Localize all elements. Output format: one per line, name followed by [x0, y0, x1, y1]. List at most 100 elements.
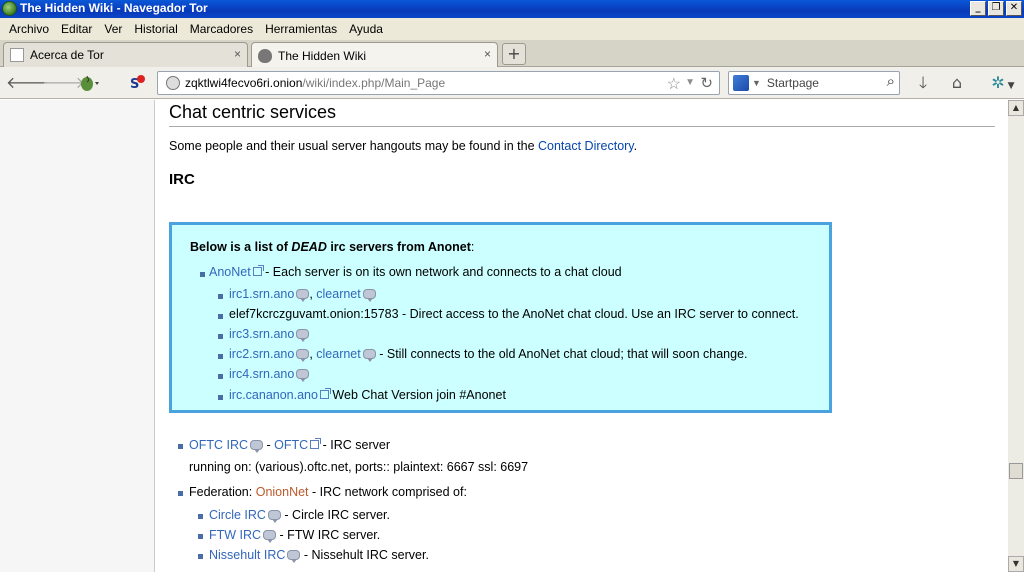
- menu-editar[interactable]: Editar: [55, 22, 98, 36]
- forward-arrow-icon[interactable]: 🡒: [42, 73, 85, 93]
- irc2-srn-link[interactable]: irc2.srn.ano: [229, 347, 294, 361]
- menu-ver[interactable]: Ver: [98, 22, 128, 36]
- chat-bubble-icon: [250, 440, 264, 453]
- chat-bubble-icon: [287, 550, 301, 563]
- home-icon[interactable]: ⌂: [946, 73, 968, 93]
- list-bullet: [218, 314, 223, 319]
- chat-bubble-icon: [296, 329, 310, 342]
- chat-bubble-icon: [296, 349, 310, 362]
- list-item: irc3.srn.ano: [229, 327, 310, 342]
- page-icon: [10, 48, 24, 62]
- list-item: elef7kcrczguvamt.onion:15783 - Direct ac…: [229, 307, 799, 321]
- window-titlebar: The Hidden Wiki - Navegador Tor _ ❐ ✕: [0, 0, 1024, 18]
- section-heading: Chat centric services: [169, 102, 995, 127]
- list-item: irc1.srn.ano, clearnet: [229, 287, 376, 302]
- list-item: FTW IRC - FTW IRC server.: [209, 528, 381, 543]
- list-bullet: [218, 395, 223, 400]
- tab-acerca-de-tor[interactable]: Acerca de Tor ×: [3, 42, 248, 67]
- oftc-irc-link[interactable]: OFTC IRC: [189, 438, 248, 452]
- external-link-icon: [310, 438, 322, 449]
- chat-bubble-icon: [362, 289, 376, 302]
- chat-bubble-icon: [296, 369, 310, 382]
- search-icon[interactable]: ⌕: [887, 73, 895, 90]
- list-item: Federation: OnionNet - IRC network compr…: [189, 485, 467, 499]
- menu-historial[interactable]: Historial: [128, 22, 183, 36]
- list-bullet: [178, 491, 183, 496]
- url-domain: zqktlwi4fecvo6ri.onion: [185, 76, 303, 90]
- download-arrow-icon[interactable]: 🡓: [912, 73, 934, 93]
- tor-onion-menu-icon[interactable]: [78, 73, 100, 93]
- onion-icon: [258, 48, 272, 63]
- tor-button-icon[interactable]: ✲ ▼: [986, 73, 1020, 93]
- box-heading: Below is a list of DEAD irc servers from…: [190, 240, 475, 254]
- intro-paragraph: Some people and their usual server hango…: [169, 139, 638, 153]
- list-bullet: [218, 354, 223, 359]
- reload-icon[interactable]: ↻: [700, 74, 713, 92]
- irc-cananon-link[interactable]: irc.cananon.ano: [229, 388, 318, 402]
- minimize-button[interactable]: _: [970, 1, 986, 16]
- scroll-up-arrow-icon[interactable]: ▲: [1008, 100, 1024, 116]
- search-placeholder: Startpage: [766, 76, 819, 90]
- list-item: Nissehult IRC - Nissehult IRC server.: [209, 548, 429, 563]
- search-engine-icon[interactable]: [733, 75, 749, 91]
- back-arrow-icon[interactable]: 🡐: [6, 73, 49, 93]
- tab-label: Acerca de Tor: [30, 48, 104, 62]
- chat-bubble-icon: [362, 349, 376, 362]
- close-window-button[interactable]: ✕: [1006, 1, 1022, 16]
- tor-browser-icon: [2, 1, 17, 16]
- list-bullet: [218, 334, 223, 339]
- bookmark-star-icon[interactable]: ☆: [667, 74, 681, 94]
- irc1-srn-link[interactable]: irc1.srn.ano: [229, 287, 294, 301]
- maximize-button[interactable]: ❐: [988, 1, 1004, 16]
- oftc-link[interactable]: OFTC: [274, 438, 308, 452]
- irc-heading: IRC: [169, 171, 195, 188]
- menu-archivo[interactable]: Archivo: [3, 22, 55, 36]
- list-item: Circle IRC - Circle IRC server.: [209, 508, 390, 523]
- history-dropdown-icon[interactable]: ▼: [685, 77, 695, 88]
- onionnet-link[interactable]: OnionNet: [256, 485, 309, 499]
- chat-bubble-icon: [267, 510, 281, 523]
- url-bar[interactable]: zqktlwi4fecvo6ri.onion/wiki/index.php/Ma…: [157, 71, 720, 95]
- navigation-bar: 🡐 🡒 S zqktlwi4fecvo6ri.onion/wiki/index.…: [0, 67, 1024, 99]
- tab-bar: Acerca de Tor × The Hidden Wiki × +: [0, 40, 1024, 68]
- list-bullet: [198, 554, 203, 559]
- search-bar[interactable]: ▼ Startpage ⌕: [728, 71, 900, 95]
- scrollbar-thumb[interactable]: [1009, 463, 1023, 479]
- tab-label: The Hidden Wiki: [278, 48, 367, 63]
- irc4-srn-link[interactable]: irc4.srn.ano: [229, 367, 294, 381]
- list-item: irc2.srn.ano, clearnet - Still connects …: [229, 347, 748, 362]
- contact-directory-link[interactable]: Contact Directory: [538, 139, 634, 153]
- noscript-icon[interactable]: S: [126, 73, 148, 93]
- list-bullet: [218, 294, 223, 299]
- list-item: AnoNet - Each server is on its own netwo…: [209, 265, 622, 279]
- vertical-scrollbar[interactable]: ▲ ▼: [1008, 100, 1024, 572]
- external-link-icon: [252, 265, 264, 276]
- menu-herramientas[interactable]: Herramientas: [259, 22, 343, 36]
- list-bullet: [178, 444, 183, 449]
- page-viewport: Chat centric services Some people and th…: [0, 100, 1008, 572]
- list-item: irc4.srn.ano: [229, 367, 310, 382]
- chevron-down-icon[interactable]: ▼: [752, 78, 761, 88]
- chat-bubble-icon: [296, 289, 310, 302]
- url-path: /wiki/index.php/Main_Page: [302, 76, 446, 90]
- tab-hidden-wiki[interactable]: The Hidden Wiki ×: [251, 42, 498, 68]
- circle-irc-link[interactable]: Circle IRC: [209, 508, 266, 522]
- list-bullet: [200, 272, 205, 277]
- scroll-down-arrow-icon[interactable]: ▼: [1008, 556, 1024, 572]
- window-title: The Hidden Wiki - Navegador Tor: [20, 1, 208, 15]
- clearnet-link[interactable]: clearnet: [316, 347, 360, 361]
- window-controls: _ ❐ ✕: [970, 1, 1022, 16]
- anonet-link[interactable]: AnoNet: [209, 265, 251, 279]
- menu-bar: Archivo Editar Ver Historial Marcadores …: [0, 18, 1024, 40]
- clearnet-link[interactable]: clearnet: [316, 287, 360, 301]
- site-identity-icon[interactable]: [166, 76, 180, 90]
- new-tab-button[interactable]: +: [502, 43, 526, 65]
- irc3-srn-link[interactable]: irc3.srn.ano: [229, 327, 294, 341]
- ftw-irc-link[interactable]: FTW IRC: [209, 528, 261, 542]
- close-tab-icon[interactable]: ×: [484, 47, 491, 61]
- nissehult-irc-link[interactable]: Nissehult IRC: [209, 548, 285, 562]
- menu-ayuda[interactable]: Ayuda: [343, 22, 389, 36]
- list-item: OFTC IRC - OFTC - IRC server: [189, 438, 391, 453]
- menu-marcadores[interactable]: Marcadores: [184, 22, 259, 36]
- close-tab-icon[interactable]: ×: [234, 47, 241, 61]
